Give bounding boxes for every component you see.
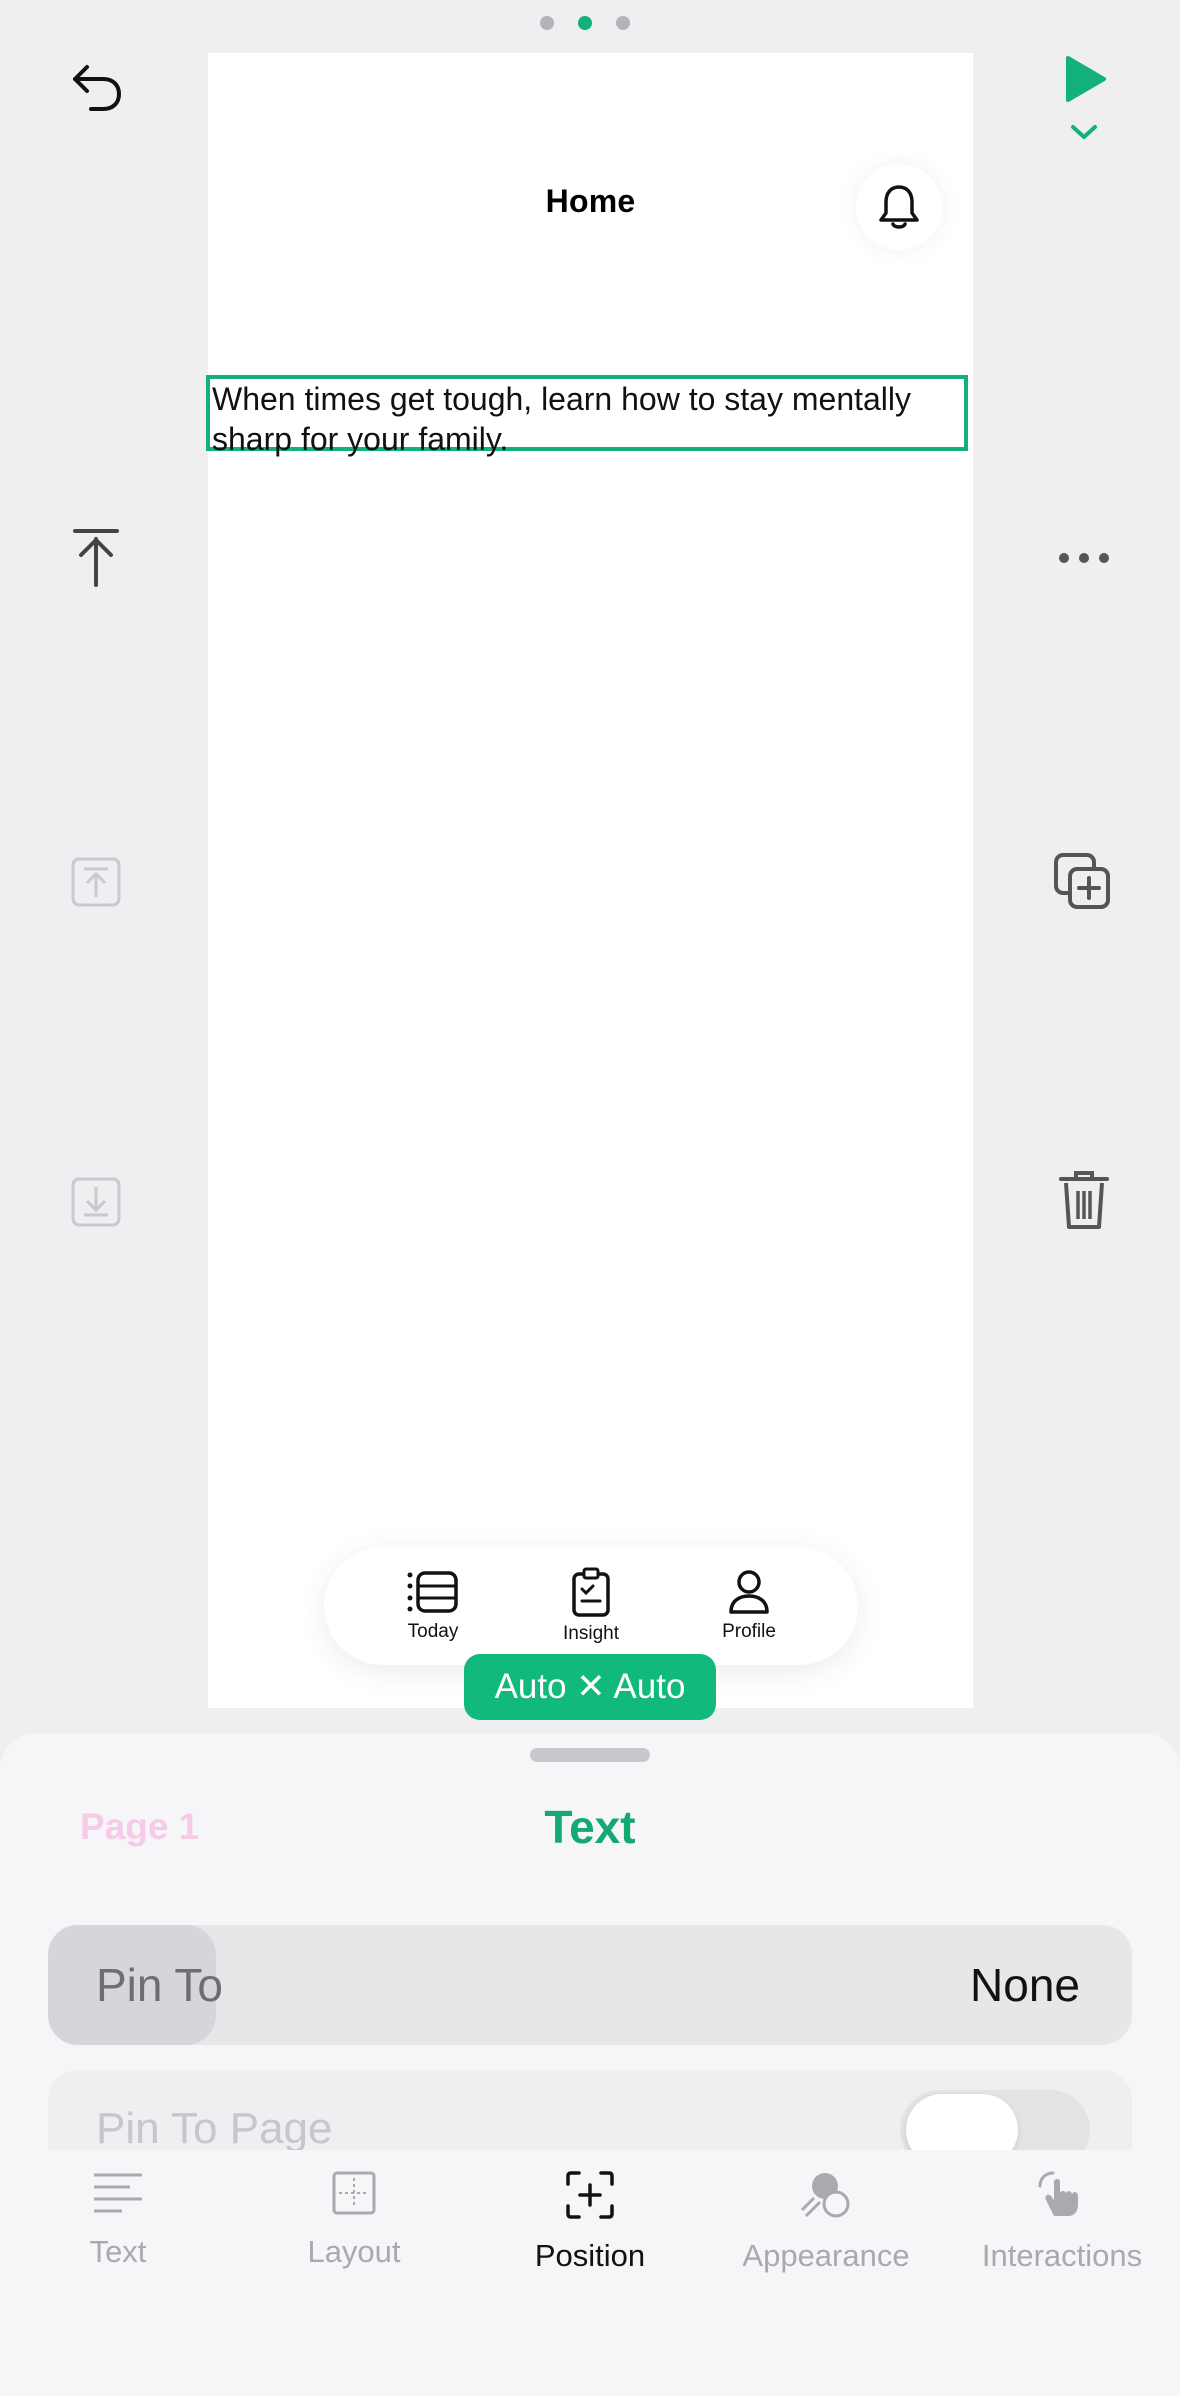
- layout-icon: [332, 2171, 376, 2215]
- list-icon: [407, 1571, 458, 1613]
- page-dot[interactable]: [616, 16, 630, 30]
- hand-tap-icon: [1038, 2171, 1078, 2216]
- send-backward-button[interactable]: [70, 1176, 122, 1228]
- tab-label: Appearance: [742, 2238, 910, 2273]
- tab-insight[interactable]: Insight: [531, 1567, 651, 1645]
- chevron-down-icon: [1071, 125, 1097, 139]
- undo-button[interactable]: [62, 52, 132, 122]
- undo-icon: [73, 65, 122, 111]
- sheet-grabber[interactable]: [530, 1748, 650, 1762]
- selected-text-element[interactable]: When times get tough, learn how to stay …: [206, 375, 968, 457]
- sheet-title: Text: [544, 1801, 636, 1853]
- play-options-button[interactable]: [1066, 120, 1102, 144]
- text-line: sharp for your family.: [212, 421, 509, 457]
- pin-to-label: Pin To: [96, 1959, 224, 2011]
- page-indicator: [540, 16, 630, 30]
- text-line: When times get tough, learn how to stay …: [212, 381, 912, 417]
- tab-appearance[interactable]: Appearance: [708, 2170, 944, 2274]
- size-badge[interactable]: Auto ✕ Auto: [464, 1654, 716, 1720]
- tab-text[interactable]: Text: [0, 2170, 236, 2270]
- trash-icon: [1059, 1171, 1109, 1229]
- tab-label: Text: [89, 2234, 147, 2269]
- app-tab-bar: Today Insight Profile: [324, 1547, 858, 1665]
- text-lines-icon: [94, 2173, 142, 2213]
- page-dot[interactable]: [540, 16, 554, 30]
- move-to-top-button[interactable]: [66, 525, 126, 591]
- clipboard-icon: [572, 1567, 610, 1617]
- tab-label: Interactions: [981, 2238, 1143, 2273]
- design-canvas[interactable]: Home When times get tough, learn how to …: [206, 53, 973, 1708]
- tab-label: Today: [407, 1621, 459, 1642]
- arrow-to-top-icon: [73, 529, 119, 587]
- tab-label: Layout: [307, 2234, 401, 2269]
- bell-icon: [879, 185, 919, 229]
- notification-button[interactable]: [856, 164, 942, 250]
- person-icon: [729, 1570, 769, 1614]
- tab-label: Profile: [722, 1621, 776, 1642]
- page-dot-active[interactable]: [578, 16, 592, 30]
- play-icon: [1066, 56, 1106, 102]
- duplicate-button[interactable]: [1053, 852, 1113, 912]
- play-button[interactable]: [1058, 52, 1112, 106]
- appearance-icon: [800, 2173, 850, 2218]
- tab-label: Insight: [563, 1623, 619, 1644]
- bring-forward-button[interactable]: [70, 856, 122, 908]
- pin-to-value[interactable]: None: [970, 1958, 1080, 2012]
- pin-to-page-label: Pin To Page: [96, 2104, 333, 2153]
- tab-layout[interactable]: Layout: [236, 2170, 472, 2270]
- tab-profile[interactable]: Profile: [689, 1569, 809, 1643]
- tab-position[interactable]: Position: [472, 2170, 708, 2274]
- duplicate-icon: [1054, 853, 1110, 909]
- tab-today[interactable]: Today: [373, 1569, 493, 1643]
- more-icon: [1059, 553, 1109, 563]
- bring-forward-icon: [71, 857, 121, 907]
- tab-interactions[interactable]: Interactions: [944, 2170, 1180, 2274]
- tab-label: Position: [534, 2238, 646, 2273]
- send-backward-icon: [71, 1177, 121, 1227]
- more-button[interactable]: [1054, 546, 1114, 570]
- delete-button[interactable]: [1056, 1168, 1112, 1232]
- position-icon: [566, 2171, 614, 2219]
